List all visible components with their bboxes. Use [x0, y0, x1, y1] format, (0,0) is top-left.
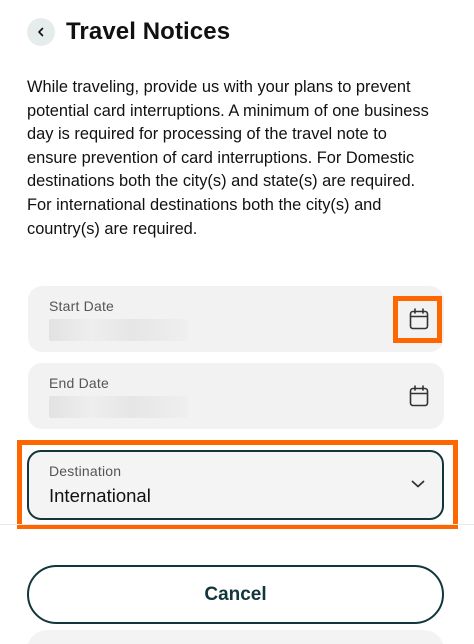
intro-text: While traveling, provide us with your pl… — [27, 78, 429, 238]
chevron-left-icon — [38, 27, 44, 37]
calendar-icon — [409, 385, 429, 407]
back-button[interactable] — [27, 18, 55, 46]
calendar-highlight-box — [393, 296, 442, 343]
cancel-button[interactable]: Cancel — [27, 565, 444, 624]
header: Travel Notices — [27, 16, 230, 48]
end-date-field[interactable]: End Date — [28, 363, 444, 429]
end-date-value-redacted — [49, 396, 188, 418]
start-date-value-redacted — [49, 319, 188, 341]
end-date-calendar-button[interactable] — [408, 385, 430, 407]
page-title: Travel Notices — [66, 18, 231, 45]
destination-highlight-box — [17, 440, 458, 529]
divider — [0, 524, 474, 525]
start-date-label: Start Date — [49, 298, 115, 314]
start-date-field[interactable]: Start Date — [28, 286, 444, 352]
end-date-label: End Date — [49, 375, 109, 391]
secondary-button-partial[interactable] — [27, 630, 444, 644]
